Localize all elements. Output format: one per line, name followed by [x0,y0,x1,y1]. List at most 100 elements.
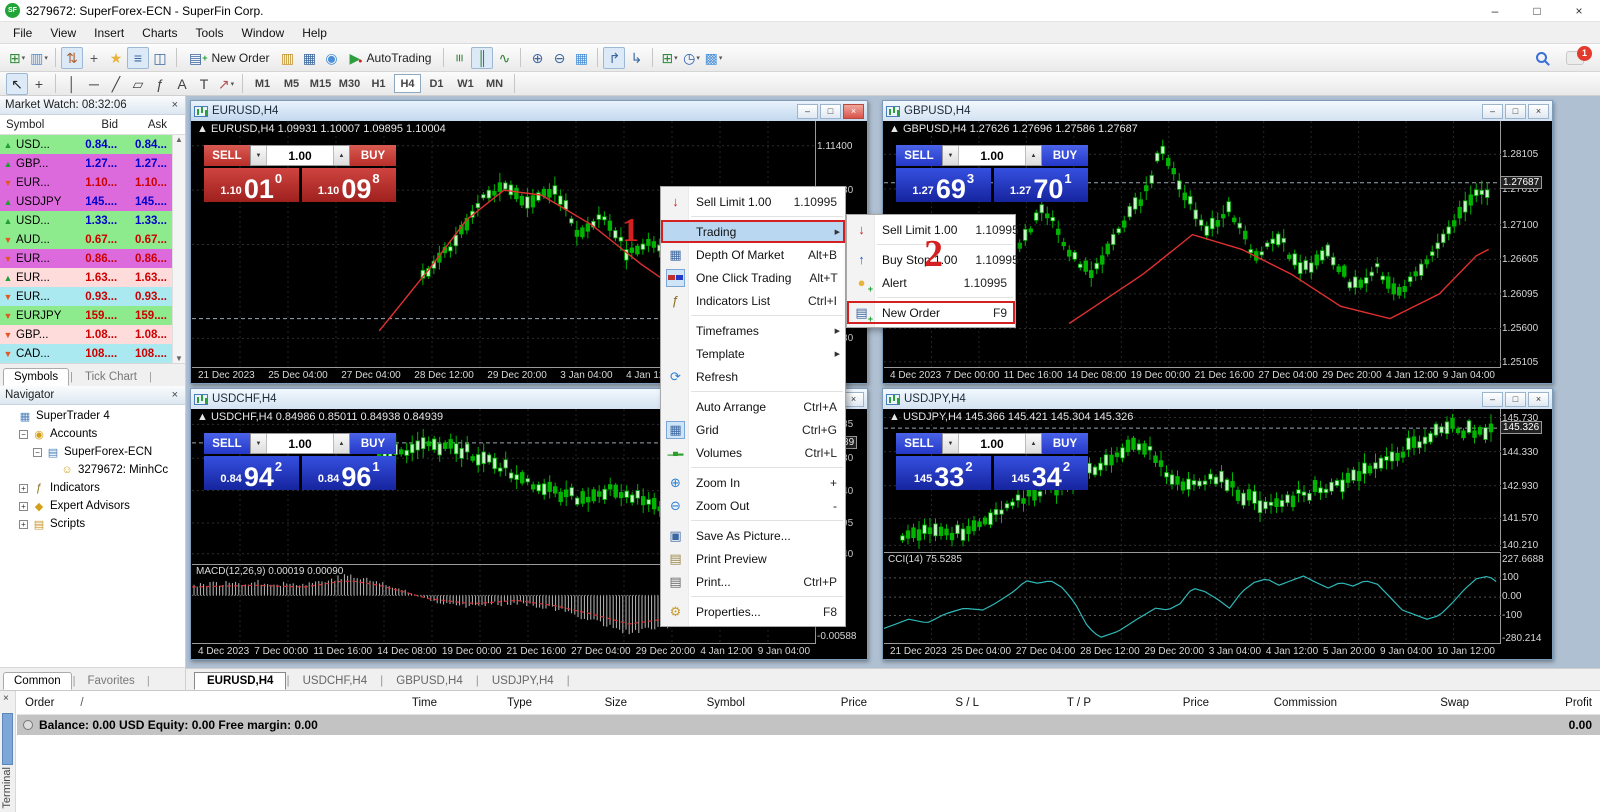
label-tool-icon[interactable]: T [193,73,215,95]
column-bid[interactable]: Bid [74,119,123,131]
menu-item-auto-arrange[interactable]: Auto Arrange Ctrl+A [661,395,845,418]
market-watch-row[interactable]: ▼ EUR... 1.10... 1.10... [0,173,185,192]
volume-stepper[interactable]: ▼ 1.00 ▲ [942,433,1042,454]
chart-window-titlebar[interactable]: USDJPY,H4 – □ × [883,389,1552,409]
terminal-column-price-2[interactable]: Price [1099,697,1217,709]
market-watch-row[interactable]: ▲ USD... 0.84... 0.84... [0,135,185,154]
terminal-column-swap[interactable]: Swap [1345,697,1477,709]
market-watch-row[interactable]: ▼ AUD... 0.67... 0.67... [0,230,185,249]
market-signals-icon[interactable]: ◉ [321,47,343,69]
chart-minimize-icon[interactable]: – [1482,103,1503,119]
market-watch-row[interactable]: ▲ EUR... 1.63... 1.63... [0,268,185,287]
indicators-add-icon[interactable]: ↱ [603,46,626,69]
sell-price-button[interactable]: 145 33 2 [896,456,991,490]
volume-up-icon[interactable]: ▲ [333,146,349,165]
data-window-icon[interactable]: ◫ [149,47,171,69]
market-watch-scrollbar[interactable]: ▲ ▼ [172,135,185,363]
chart-close-icon[interactable]: × [843,391,864,407]
chart-window-usdjpy-h4[interactable]: USDJPY,H4 – □ × ▲ USDJPY,H4 145.366 145.421 … [882,388,1553,660]
menu-item-one-click-trading[interactable]: One Click Trading Alt+T [661,266,845,289]
expand-icon[interactable]: + [19,519,28,529]
crosshair-cursor-icon[interactable]: + [83,47,105,69]
depth-of-market-icon[interactable]: ▦ [299,47,321,69]
periods-icon[interactable]: ◷ ▾ [680,47,702,69]
collapse-icon[interactable]: − [19,429,28,439]
crosshair-tool-icon[interactable]: + [28,73,50,95]
search-icon[interactable] [1530,47,1552,69]
market-watch-row[interactable]: ▼ GBP... 1.08... 1.08... [0,325,185,344]
volume-value[interactable]: 1.00 [959,146,1025,165]
terminal-column-order[interactable]: Order / [17,697,317,709]
menu-item-timeframes[interactable]: Timeframes ▶ [661,319,845,342]
menu-item-depth-of-market[interactable]: ▦ Depth Of Market Alt+B [661,243,845,266]
zoom-in-icon[interactable]: ⊕ [526,47,548,69]
history-center-icon[interactable]: ▥ [277,47,299,69]
volume-down-icon[interactable]: ▼ [251,146,267,165]
templates-icon[interactable]: ▩ ▾ [702,47,724,69]
new-chart-icon[interactable]: ⊞ ▾ [6,47,28,69]
buy-button[interactable]: BUY [1042,145,1088,166]
menu-item-grid[interactable]: ▦ Grid Ctrl+G [661,418,845,441]
timeframe-m5[interactable]: M5 [278,74,305,93]
navigator-item-supertrader-4[interactable]: ▦ SuperTrader 4 [0,407,185,425]
navigator-tab-common[interactable]: Common [3,672,72,690]
sell-price-button[interactable]: 1.10 01 0 [204,168,299,202]
terminal-side-label[interactable]: Terminal [1,767,13,809]
collapse-icon[interactable]: − [33,447,42,457]
timeframe-h4[interactable]: H4 [394,74,421,93]
menu-item-print-preview[interactable]: ▤ Print Preview [661,547,845,570]
bar-chart-icon[interactable]: ≡ [449,47,471,69]
chart-window-titlebar[interactable]: GBPUSD,H4 – □ × [883,101,1552,121]
vertical-line-tool-icon[interactable]: │ [61,73,83,95]
new-order-button[interactable]: ▤ + New Order [182,47,277,69]
market-watch-row[interactable]: ▼ EUR... 0.86... 0.86... [0,249,185,268]
trendline-tool-icon[interactable]: ╱ [105,73,127,95]
menu-view[interactable]: View [41,22,85,43]
line-chart-icon[interactable]: ∿ [493,47,515,69]
candlestick-chart-icon[interactable]: ║ [471,46,494,69]
menu-item-volumes[interactable]: ▁▄▂ Volumes Ctrl+L [661,441,845,464]
volume-stepper[interactable]: ▼ 1.00 ▲ [250,145,350,166]
sell-price-button[interactable]: 1.27 69 3 [896,168,991,202]
terminal-column-size[interactable]: Size [540,697,635,709]
navigator-close-icon[interactable]: × [170,389,180,401]
chart-tab-gbpusd-h4[interactable]: GBPUSD,H4 [383,672,475,690]
chart-restore-icon[interactable]: □ [1505,391,1526,407]
terminal-column-s-l[interactable]: S / L [875,697,987,709]
minimize-icon[interactable]: – [1474,0,1516,21]
maximize-icon[interactable]: □ [1516,0,1558,21]
chart-shift-icon[interactable]: ⇅ [61,46,83,69]
tile-windows-icon[interactable]: ▦ [570,47,592,69]
market-watch-header[interactable]: Market Watch: 08:32:06 × [0,96,185,115]
chart-minimize-icon[interactable]: – [797,103,818,119]
menu-item-trading[interactable]: Trading ▶ [661,220,845,243]
shapes-tool-icon[interactable]: ↗ ▾ [215,73,237,95]
chart-tab-usdjpy-h4[interactable]: USDJPY,H4 [479,672,567,690]
horizontal-line-tool-icon[interactable]: ─ [83,73,105,95]
volume-down-icon[interactable]: ▼ [943,146,959,165]
menu-charts[interactable]: Charts [133,22,186,43]
chart-plot-area[interactable]: ▲ USDJPY,H4 145.366 145.421 145.304 145.… [884,409,1501,551]
menu-help[interactable]: Help [293,22,336,43]
menu-item-properties[interactable]: ⚙ Properties... F8 [661,600,845,623]
terminal-column-commission[interactable]: Commission [1217,697,1345,709]
sell-price-button[interactable]: 0.84 94 2 [204,456,299,490]
favorites-icon[interactable]: ★ [105,47,127,69]
expand-icon[interactable]: + [19,501,28,511]
chart-restore-icon[interactable]: □ [820,103,841,119]
navigator-item-accounts[interactable]: − ◉ Accounts [0,425,185,443]
column-ask[interactable]: Ask [123,119,172,131]
menu-item-zoom-out[interactable]: ⊖ Zoom Out - [661,494,845,517]
menu-item-new-order[interactable]: ▤ + New Order F9 [847,301,1015,324]
timeframe-h1[interactable]: H1 [365,74,392,93]
menu-item-sell-limit-1-00[interactable]: ↓ Sell Limit 1.00 1.10995 [661,190,845,213]
terminal-column-t-p[interactable]: T / P [987,697,1099,709]
menu-item-template[interactable]: Template ▶ [661,342,845,365]
menu-item-zoom-in[interactable]: ⊕ Zoom In + [661,471,845,494]
navigator-tab-favorites[interactable]: Favorites [77,672,146,690]
navigator-header[interactable]: Navigator × [0,386,185,405]
terminal-close-icon[interactable]: × [3,693,9,704]
chart-tab-eurusd-h4[interactable]: EURUSD,H4 [194,672,287,690]
volume-down-icon[interactable]: ▼ [943,434,959,453]
terminal-scroll-thumb[interactable] [2,713,13,765]
